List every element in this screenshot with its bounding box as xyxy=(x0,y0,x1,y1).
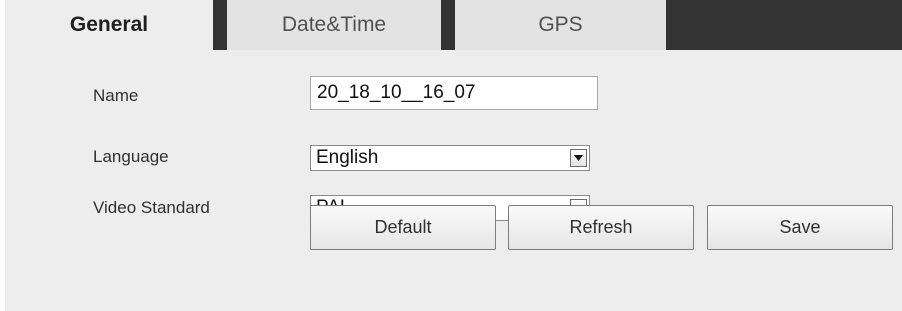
video-standard-label: Video Standard xyxy=(93,198,210,217)
tab-bar: General Date&Time GPS xyxy=(5,0,902,50)
chevron-down-icon[interactable] xyxy=(570,149,587,167)
general-settings-panel: Name 20_18_10__16_07 Language English Vi… xyxy=(5,50,902,311)
tab-date-time[interactable]: Date&Time xyxy=(227,0,441,50)
language-label: Language xyxy=(93,147,169,166)
language-select[interactable]: English xyxy=(310,145,590,171)
tab-gps[interactable]: GPS xyxy=(455,0,666,50)
default-button[interactable]: Default xyxy=(310,205,496,250)
tab-general[interactable]: General xyxy=(5,0,213,50)
name-label: Name xyxy=(93,86,139,105)
language-select-value: English xyxy=(316,147,379,168)
name-input[interactable]: 20_18_10__16_07 xyxy=(310,76,598,110)
save-button[interactable]: Save xyxy=(707,205,893,250)
refresh-button[interactable]: Refresh xyxy=(508,205,694,250)
settings-window: General Date&Time GPS Name 20_18_10__16_… xyxy=(0,0,902,311)
